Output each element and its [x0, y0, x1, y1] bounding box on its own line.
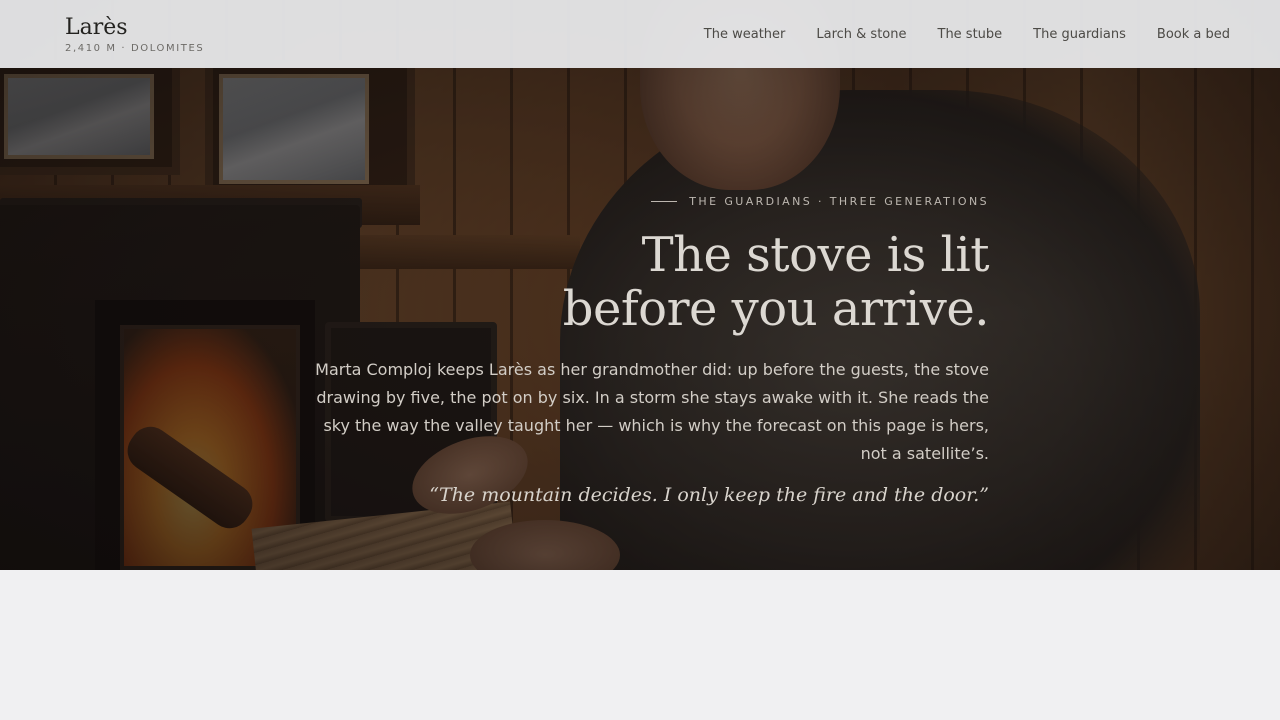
- hero-section: THE GUARDIANS · THREE GENERATIONS The st…: [0, 0, 1280, 570]
- page-continuation: [0, 570, 1280, 720]
- hero-lede: Marta Comploj keeps Larès as her grandmo…: [315, 360, 989, 463]
- hero-quote: “The mountain decides. I only keep the f…: [429, 484, 989, 506]
- nav-link-weather[interactable]: The weather: [704, 27, 786, 42]
- kicker-rule: [651, 201, 678, 202]
- main-nav: The weather Larch & stone The stube The …: [704, 27, 1230, 42]
- hero-headline-line1: The stove is lit: [641, 227, 990, 283]
- hero-kicker-text: THE GUARDIANS · THREE GENERATIONS: [689, 195, 989, 208]
- nav-link-book-a-bed[interactable]: Book a bed: [1157, 27, 1230, 42]
- hero-headline-line2: before you arrive.: [562, 281, 990, 337]
- brand-tagline: 2,410 M · DOLOMITES: [65, 42, 205, 54]
- brand-name[interactable]: Larès: [65, 15, 204, 41]
- hero-headline: The stove is lit before you arrive.: [309, 227, 990, 337]
- hero-kicker: THE GUARDIANS · THREE GENERATIONS: [309, 195, 989, 208]
- top-navigation-bar: Larès 2,410 M · DOLOMITES The weather La…: [0, 0, 1280, 68]
- nav-link-guardians[interactable]: The guardians: [1033, 27, 1126, 42]
- nav-link-larch-stone[interactable]: Larch & stone: [816, 27, 906, 42]
- nav-link-stube[interactable]: The stube: [938, 27, 1003, 42]
- brand[interactable]: Larès 2,410 M · DOLOMITES: [65, 15, 204, 54]
- hero-copy: THE GUARDIANS · THREE GENERATIONS The st…: [309, 195, 989, 506]
